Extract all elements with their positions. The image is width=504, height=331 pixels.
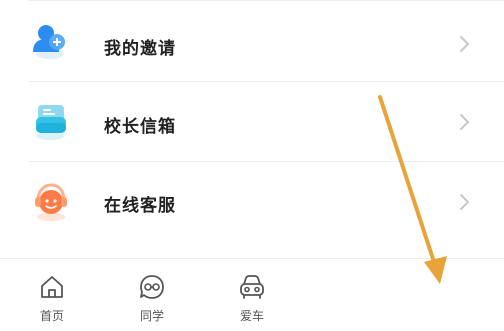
divider [28,0,504,1]
menu-item-label: 在线客服 [104,196,176,216]
customer-service-icon [30,180,74,224]
invite-icon [30,20,74,64]
tab-label: 首页 [39,309,64,323]
menu-item-label: 我的邀请 [104,39,176,59]
tab-classmates[interactable]: 同学 [122,273,182,329]
bottom-tab-bar: 首页 同学 爱车 [0,258,504,331]
tab-home[interactable]: 首页 [22,273,82,329]
mailbox-icon [30,99,74,143]
chevron-right-icon [458,34,472,54]
home-icon [41,276,63,298]
menu-item-my-invites[interactable]: 我的邀请 [0,2,504,82]
app-screen: 我的邀请 校长信箱 在线客服 首页 同学 爱车 [0,0,504,331]
classmates-icon [140,275,164,299]
tab-label: 同学 [139,309,164,323]
chevron-right-icon [458,112,472,132]
chevron-right-icon [458,192,472,212]
tab-label: 爱车 [239,309,264,323]
menu-list: 我的邀请 校长信箱 在线客服 [0,0,504,258]
car-icon [240,275,264,299]
menu-item-principal-mailbox[interactable]: 校长信箱 [0,82,504,162]
menu-item-label: 校长信箱 [104,117,176,137]
tab-my-car[interactable]: 爱车 [222,273,282,329]
menu-item-online-support[interactable]: 在线客服 [0,162,504,242]
